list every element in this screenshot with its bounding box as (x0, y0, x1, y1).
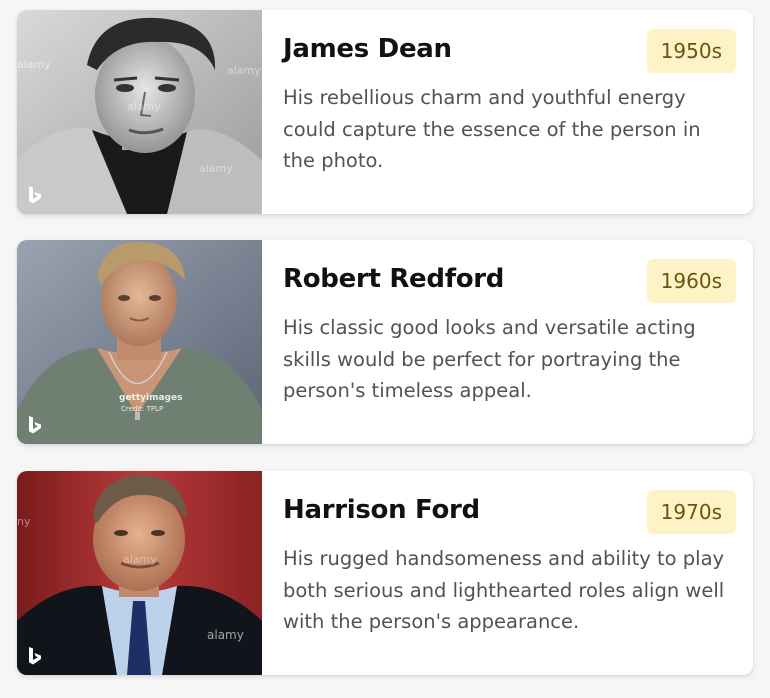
actor-photo: alamy alamy ny (17, 471, 262, 675)
decade-badge: 1960s (646, 259, 736, 303)
decade-badge: 1970s (646, 490, 736, 534)
svg-text:alamy: alamy (123, 553, 157, 566)
bing-icon (29, 647, 41, 665)
svg-text:alamy: alamy (207, 628, 244, 642)
actor-name: Robert Redford (283, 264, 505, 294)
svg-text:ny: ny (17, 515, 31, 528)
actor-card-harrison-ford[interactable]: alamy alamy ny Harrison Ford 1970s His r… (17, 471, 753, 675)
actor-photo: gettyimages Credit: TPLP (17, 240, 262, 444)
actor-description: His rugged handsomeness and ability to p… (283, 547, 725, 633)
svg-text:Credit: TPLP: Credit: TPLP (121, 405, 163, 413)
bing-icon (29, 186, 41, 204)
actor-suggestion-list: alamy alamy alamy alamy James Dean 1950s… (0, 0, 770, 698)
actor-card-robert-redford[interactable]: gettyimages Credit: TPLP Robert Redford … (17, 240, 753, 444)
bing-icon (29, 416, 41, 434)
svg-text:alamy: alamy (127, 100, 161, 113)
actor-description: His rebellious charm and youthful energy… (283, 86, 701, 172)
actor-photo: alamy alamy alamy alamy (17, 10, 262, 214)
svg-text:alamy: alamy (227, 64, 261, 77)
actor-name: Harrison Ford (283, 495, 480, 525)
svg-text:alamy: alamy (17, 58, 51, 71)
actor-description: His classic good looks and versatile act… (283, 316, 696, 402)
svg-text:alamy: alamy (199, 162, 233, 175)
actor-name: James Dean (283, 34, 452, 64)
svg-text:gettyimages: gettyimages (119, 393, 182, 403)
decade-badge: 1950s (646, 29, 736, 73)
actor-card-james-dean[interactable]: alamy alamy alamy alamy James Dean 1950s… (17, 10, 753, 214)
